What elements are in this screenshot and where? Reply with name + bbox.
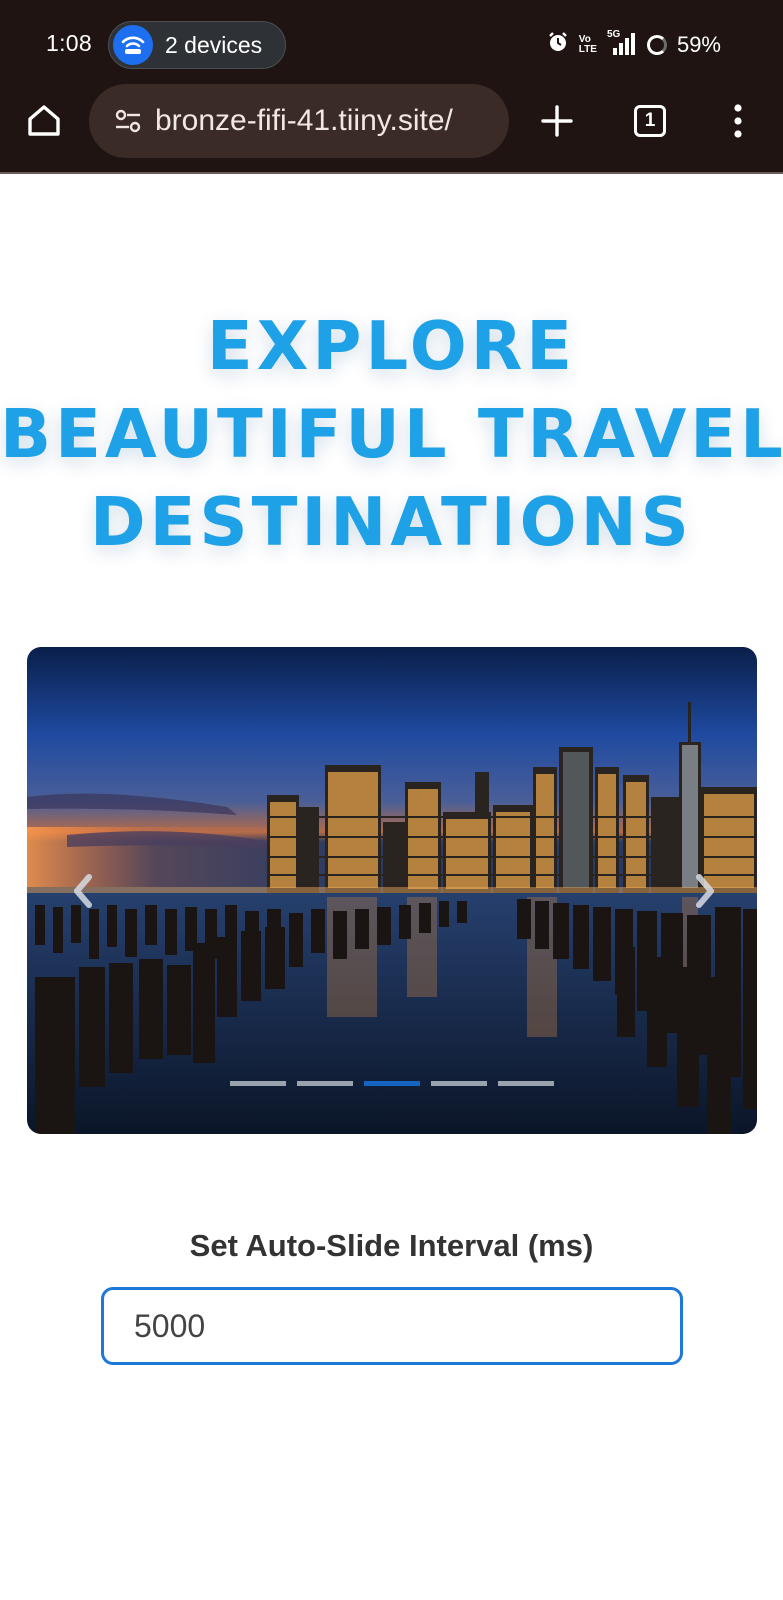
battery-percent: 59% (676, 32, 721, 57)
chevron-left-icon (74, 874, 92, 908)
carousel-indicator[interactable] (297, 1081, 353, 1086)
more-menu-icon[interactable] (728, 102, 748, 140)
volte-icon: Vo LTE (578, 34, 597, 55)
devices-label: 2 devices (165, 31, 263, 58)
url-text[interactable]: bronze-fifi-41.tiiny.site/ (155, 104, 453, 138)
status-bar: 1:08 2 devices Vo LTE 5G 59% (0, 0, 783, 90)
address-bar[interactable]: bronze-fifi-41.tiiny.site/ (89, 84, 509, 158)
carousel-indicators (27, 1081, 757, 1086)
browser-toolbar: bronze-fifi-41.tiiny.site/ 1 (0, 84, 783, 174)
wifi-icon (113, 25, 153, 65)
carousel-prev-button[interactable] (61, 869, 105, 913)
title-line: EXPLORE (206, 307, 577, 385)
tab-switcher-button[interactable]: 1 (634, 105, 666, 137)
title-line: DESTINATIONS (90, 483, 693, 561)
status-icons: Vo LTE 5G 59% (547, 29, 721, 61)
hotspot-devices-pill[interactable]: 2 devices (108, 21, 286, 69)
battery-icon (646, 35, 667, 55)
interval-input[interactable] (101, 1287, 683, 1365)
interval-label: Set Auto-Slide Interval (ms) (189, 1228, 594, 1263)
page-title: EXPLORE BEAUTIFUL TRAVEL DESTINATIONS (0, 302, 783, 566)
home-icon[interactable] (24, 100, 64, 140)
title-line: BEAUTIFUL TRAVEL (0, 395, 783, 473)
carousel-indicator[interactable] (431, 1081, 487, 1086)
carousel-next-button[interactable] (683, 869, 727, 913)
carousel-indicator[interactable] (230, 1081, 286, 1086)
browser-chrome: 1:08 2 devices Vo LTE 5G 59% bronze-fifi… (0, 0, 783, 174)
status-time: 1:08 (46, 30, 92, 56)
alarm-icon (547, 31, 569, 59)
new-tab-icon[interactable] (538, 102, 576, 140)
image-carousel[interactable] (27, 647, 757, 1134)
carousel-indicator[interactable] (364, 1081, 420, 1086)
chevron-right-icon (696, 874, 714, 908)
signal-icon: 5G (607, 29, 637, 57)
city-skyline-image (27, 647, 757, 1134)
carousel-indicator[interactable] (498, 1081, 554, 1086)
site-settings-icon[interactable] (113, 106, 143, 136)
